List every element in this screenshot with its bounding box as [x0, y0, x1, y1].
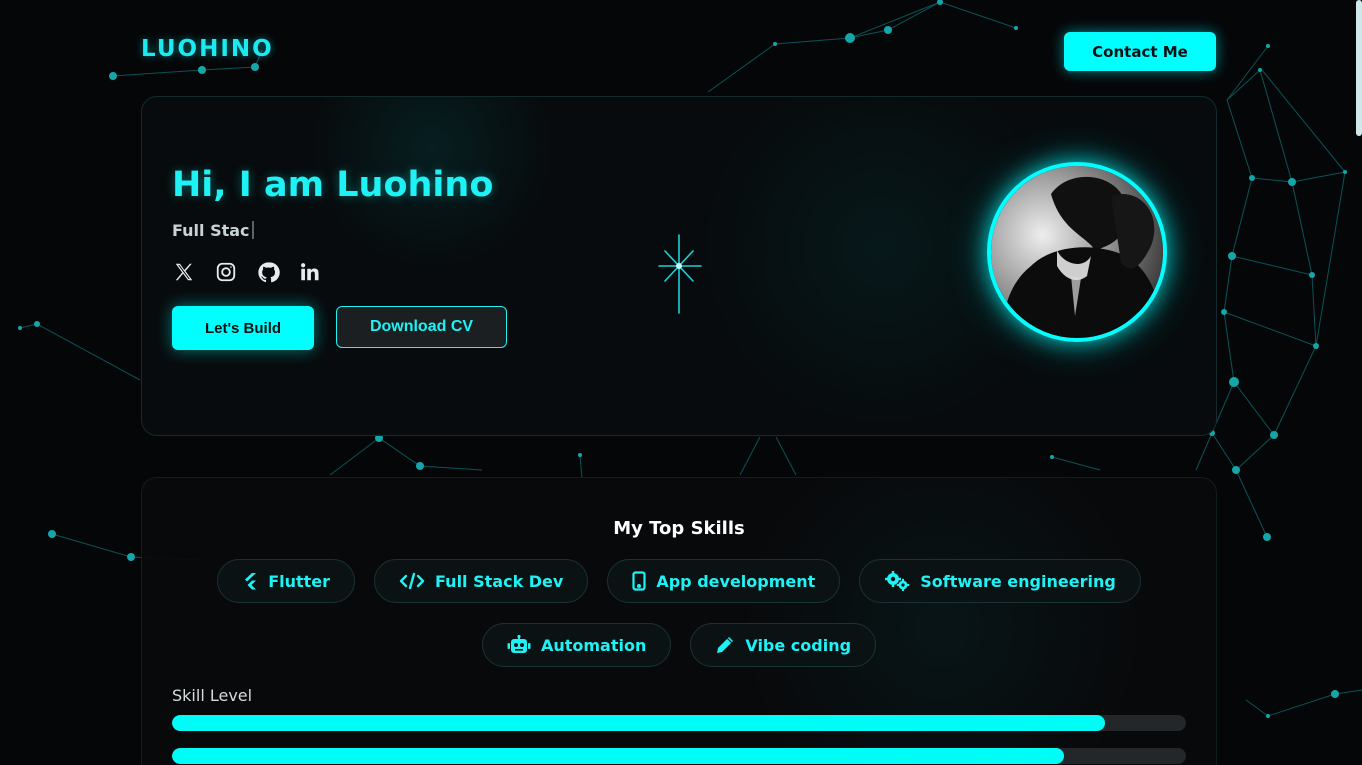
skill-chip-flutter[interactable]: Flutter — [217, 559, 356, 603]
skill-chip-label: App development — [656, 571, 816, 591]
skill-chip-vibe-coding[interactable]: Vibe coding — [690, 623, 877, 667]
github-icon[interactable] — [256, 260, 280, 284]
skill-chip-label: Flutter — [268, 571, 331, 591]
robot-icon — [507, 635, 531, 655]
code-icon — [399, 572, 425, 590]
typed-role-text: Full Stac — [172, 221, 254, 240]
skill-chip-label: Vibe coding — [745, 635, 852, 655]
site-logo[interactable]: LUOHINO — [141, 36, 274, 62]
skill-chip-label: Automation — [540, 635, 647, 655]
contact-me-button[interactable]: Contact Me — [1064, 32, 1216, 71]
hero-title: Hi, I am Luohino — [172, 165, 494, 205]
skill-chip-app-development[interactable]: App development — [607, 559, 841, 603]
skill-chip-label: Software engineering — [920, 571, 1116, 591]
skill-level-bar-fill — [172, 748, 1065, 764]
skill-chips-row-1: Flutter Full Stack Dev App development S… — [142, 559, 1216, 603]
typed-role-label: Full Stac — [172, 221, 250, 240]
profile-photo — [991, 166, 1163, 338]
skill-chips-row-2: Automation Vibe coding — [142, 623, 1216, 667]
typing-caret — [251, 221, 254, 239]
pencil-icon — [715, 635, 735, 655]
flutter-icon — [242, 572, 258, 590]
skill-chip-label: Full Stack Dev — [435, 571, 564, 591]
instagram-icon[interactable] — [214, 260, 238, 284]
linkedin-icon[interactable] — [298, 260, 322, 284]
skill-level-label: Skill Level — [172, 686, 253, 705]
skill-level-bar-fill — [172, 715, 1105, 731]
skill-chip-automation[interactable]: Automation — [481, 623, 672, 667]
download-cv-button[interactable]: Download CV — [336, 306, 507, 348]
skills-title: My Top Skills — [613, 518, 745, 539]
scrollbar-thumb[interactable] — [1356, 0, 1362, 136]
skill-level-bar-1 — [172, 715, 1186, 731]
skill-level-bar-2 — [172, 748, 1186, 764]
social-links — [172, 260, 322, 284]
page: LUOHINO Contact Me Hi, I am Luohino Full… — [0, 0, 1362, 765]
lets-build-button[interactable]: Let's Build — [172, 306, 314, 350]
mobile-icon — [632, 571, 646, 591]
skills-card: My Top Skills Flutter Full Stack Dev App… — [141, 477, 1217, 765]
gears-icon — [884, 571, 910, 591]
skill-chip-software-engineering[interactable]: Software engineering — [859, 559, 1141, 603]
x-twitter-icon[interactable] — [172, 260, 196, 284]
sparkle-star-icon — [658, 234, 702, 314]
hero-card: Hi, I am Luohino Full Stac Let's Build D… — [141, 96, 1217, 436]
skill-chip-full-stack-dev[interactable]: Full Stack Dev — [374, 559, 589, 603]
profile-avatar — [987, 162, 1167, 342]
